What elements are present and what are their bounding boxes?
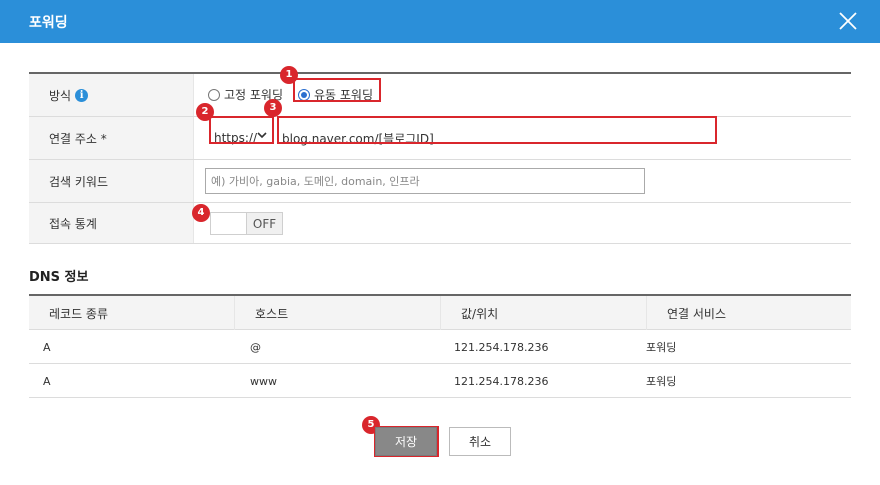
stats-toggle[interactable]: OFF [210,212,283,235]
table-cell: 121.254.178.236 [454,340,549,354]
protocol-select[interactable]: https:// [211,125,271,151]
address-input[interactable]: blog.naver.com/[블로그ID] [276,125,713,151]
stats-row: 접속 통계 OFF [29,203,851,244]
annotation-badge-4: 4 [192,204,210,222]
dns-section-title: DNS 정보 [29,270,89,285]
annotation-badge-3: 3 [264,99,282,117]
table-cell: 포워딩 [646,341,677,354]
forwarding-form: 방식 i 고정 포워딩 유동 포워딩 연결 주소 * https:// blog… [29,72,851,244]
close-icon[interactable] [838,11,858,31]
table-row: A @ 121.254.178.236 포워딩 [29,330,851,364]
address-value: blog.naver.com/[블로그ID] [282,131,434,146]
save-button[interactable]: 저장 [375,427,437,456]
cancel-button[interactable]: 취소 [449,427,511,456]
annotation-badge-1: 1 [280,66,298,84]
dialog-header: 포워딩 [0,0,880,43]
dns-table: 레코드 종류 호스트 값/위치 연결 서비스 A @ 121.254.178.2… [29,294,851,398]
radio-dynamic-label: 유동 포워딩 [314,88,374,102]
annotation-badge-2: 2 [196,103,214,121]
table-row: A www 121.254.178.236 포워딩 [29,364,851,398]
radio-circle-checked[interactable] [298,88,310,101]
radio-dynamic-forwarding[interactable]: 유동 포워딩 [298,86,373,103]
table-cell: @ [250,340,261,354]
table-cell: A [43,374,51,388]
column-header: 연결 서비스 [667,306,727,321]
method-label: 방식 [49,88,72,103]
dialog-title: 포워딩 [29,15,68,31]
keyword-row: 검색 키워드 예) 가비아, gabia, 도메인, domain, 인프라 [29,160,851,203]
chevron-down-icon [257,130,267,143]
keyword-label-cell: 검색 키워드 [29,160,194,202]
dns-table-header: 레코드 종류 호스트 값/위치 연결 서비스 [29,296,851,330]
table-cell: 포워딩 [646,375,677,388]
protocol-value: https:// [214,131,258,145]
keyword-input[interactable]: 예) 가비아, gabia, 도메인, domain, 인프라 [205,168,645,194]
keyword-label: 검색 키워드 [49,174,109,189]
keyword-placeholder: 예) 가비아, gabia, 도메인, domain, 인프라 [211,175,420,188]
radio-circle[interactable] [208,88,220,101]
method-row: 방식 i 고정 포워딩 유동 포워딩 [29,74,851,117]
stats-label-cell: 접속 통계 [29,203,194,243]
table-cell: 121.254.178.236 [454,374,549,388]
toggle-state: OFF [247,213,282,234]
column-header: 레코드 종류 [29,296,235,330]
address-row: 연결 주소 * https:// blog.naver.com/[블로그ID] [29,117,851,160]
column-header: 값/위치 [441,296,647,330]
table-cell: www [250,374,277,388]
table-cell: A [43,340,51,354]
method-label-cell: 방식 i [29,74,194,116]
info-icon[interactable]: i [75,88,89,102]
stats-label: 접속 통계 [49,216,97,231]
address-label-cell: 연결 주소 * [29,117,194,159]
column-header: 호스트 [235,296,441,330]
toggle-knob[interactable] [211,213,247,234]
address-label: 연결 주소 * [49,131,107,146]
